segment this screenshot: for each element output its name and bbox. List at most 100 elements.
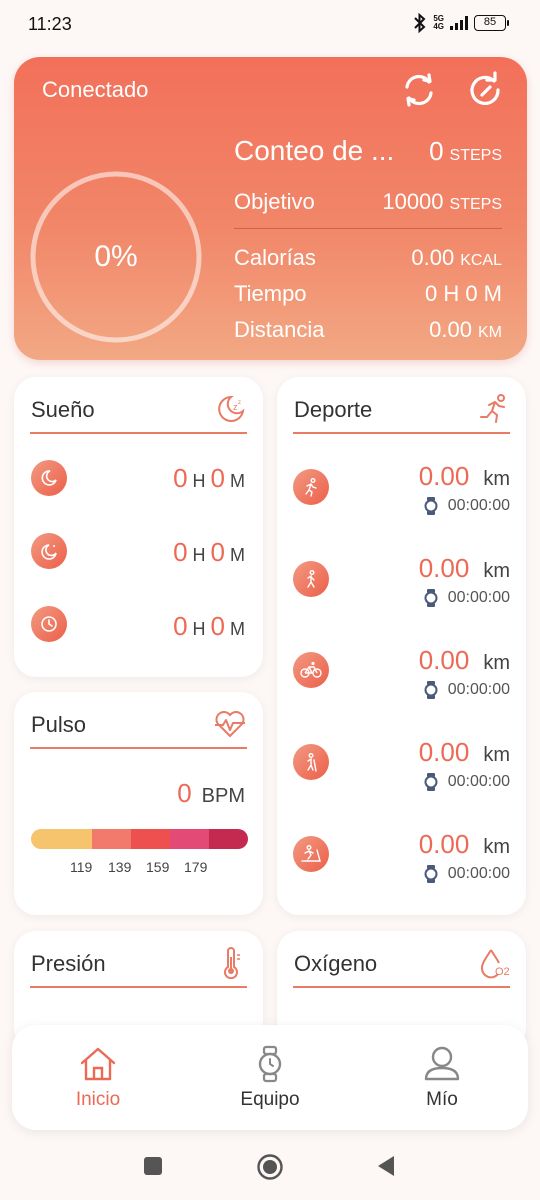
smartwatch-icon — [258, 1045, 282, 1083]
steps-value: 0 — [429, 136, 444, 166]
walk-icon — [293, 561, 329, 597]
sleep-card[interactable]: Sueño z z 0H 0M 0H 0M 0H 0M — [14, 377, 263, 677]
steps-label: Conteo de ... — [234, 135, 395, 166]
hike-icon — [293, 744, 329, 780]
nav-me[interactable]: Mío — [356, 1025, 528, 1130]
clock: 11:23 — [28, 14, 72, 34]
calories-value: 0.00 — [411, 245, 455, 270]
sleep-title: Sueño — [31, 397, 95, 422]
watch-icon — [424, 589, 438, 607]
zone-segment — [169, 829, 209, 849]
deep-sleep-value: 0H 0M — [173, 463, 245, 493]
refresh-icon[interactable] — [466, 71, 504, 109]
time-label: Tiempo — [234, 281, 307, 306]
distance-value: 0.00 — [429, 317, 472, 342]
sport-distance: 0.00 km — [418, 461, 510, 491]
steps-row: Conteo de ... 0 STEPS — [234, 135, 502, 167]
header-divider — [234, 228, 502, 229]
calories-unit: KCAL — [460, 252, 502, 269]
oxygen-drop-icon: O2 — [480, 949, 510, 979]
time-row: Tiempo 0 H 0 M — [234, 281, 502, 307]
svg-text:O2: O2 — [495, 966, 510, 978]
system-navigation-bar — [0, 1140, 540, 1200]
watch-icon — [424, 497, 438, 515]
distance-unit: KM — [478, 324, 502, 341]
goal-unit: STEPS — [449, 196, 502, 213]
zone-tick: 119 — [70, 859, 93, 875]
nav-device-label: Equipo — [240, 1089, 300, 1110]
zone-tick: 159 — [146, 859, 170, 875]
light-sleep-value: 0H 0M — [173, 537, 245, 567]
calories-row: Calorías 0.00 KCAL — [234, 245, 502, 271]
sport-duration: 00:00:00 — [424, 496, 510, 516]
nav-me-label: Mío — [426, 1089, 458, 1110]
sport-card[interactable]: Deporte 0.00 km 00:00:00 0.00 km 00:00:00 … — [277, 377, 526, 915]
connection-status: Conectado — [42, 77, 149, 102]
nav-home[interactable]: Inicio — [12, 1025, 184, 1130]
sport-duration: 00:00:00 — [424, 588, 510, 608]
pulse-value: 0 BPM — [177, 778, 245, 808]
back-icon[interactable] — [376, 1155, 396, 1177]
moon-icon — [31, 460, 67, 496]
watch-icon — [424, 865, 438, 883]
bluetooth-icon — [414, 13, 426, 33]
home-system-icon[interactable] — [256, 1153, 284, 1181]
heart-rate-zone-bar — [31, 829, 248, 849]
status-bar: 11:23 5G 4G 85 — [0, 0, 540, 48]
treadmill-icon — [293, 836, 329, 872]
distance-row: Distancia 0.00 KM — [234, 317, 502, 343]
awake-time-value: 0H 0M — [173, 611, 245, 641]
watch-icon — [424, 681, 438, 699]
zone-tick: 179 — [184, 859, 208, 875]
pulse-title: Pulso — [31, 712, 87, 737]
nav-home-label: Inicio — [75, 1089, 121, 1110]
zone-segment — [91, 829, 131, 849]
network-type: 5G 4G — [433, 14, 444, 31]
signal-icon — [450, 16, 468, 30]
zone-segment — [31, 829, 92, 849]
sync-icon[interactable] — [400, 71, 438, 109]
run-icon — [293, 469, 329, 505]
pressure-divider — [30, 986, 247, 988]
recent-apps-icon[interactable] — [143, 1156, 163, 1176]
running-icon — [480, 394, 505, 423]
sport-divider — [293, 432, 510, 434]
sport-duration: 00:00:00 — [424, 680, 510, 700]
zone-segment — [208, 829, 248, 849]
calories-label: Calorías — [234, 245, 316, 270]
nav-device[interactable]: Equipo — [184, 1025, 356, 1130]
pulse-divider — [30, 747, 247, 749]
sport-distance: 0.00 km — [418, 829, 510, 859]
heart-pulse-icon — [215, 711, 245, 738]
status-icons: 5G 4G 85 — [413, 13, 509, 33]
sleep-moon-icon: z z — [218, 395, 245, 422]
pressure-title: Presión — [31, 951, 106, 976]
bottom-navigation: Inicio Equipo Mío — [12, 1025, 528, 1130]
sport-duration: 00:00:00 — [424, 864, 510, 884]
steps-summary-card[interactable]: Conectado 0% Conteo de ... 0 STEPS Objeti… — [14, 57, 527, 360]
pulse-card[interactable]: Pulso 0 BPM 119 139 159 179 — [14, 692, 263, 915]
zone-tick: 139 — [108, 859, 132, 875]
goal-value: 10000 — [382, 189, 444, 214]
sport-distance: 0.00 km — [418, 645, 510, 675]
zone-segment — [130, 829, 170, 849]
sport-distance: 0.00 km — [418, 553, 510, 583]
battery-icon: 85 — [474, 15, 509, 31]
svg-text:z: z — [238, 400, 241, 406]
sport-distance: 0.00 km — [418, 737, 510, 767]
goal-row: Objetivo 10000 STEPS — [234, 189, 502, 215]
battery-level: 85 — [483, 16, 497, 28]
bike-icon — [293, 652, 329, 688]
sleep-divider — [30, 432, 247, 434]
steps-unit: STEPS — [449, 147, 502, 164]
sport-title: Deporte — [294, 397, 373, 422]
clock-icon — [31, 606, 67, 642]
oxygen-divider — [293, 986, 510, 988]
profile-icon — [424, 1046, 460, 1081]
time-value: 0 H 0 M — [424, 281, 502, 306]
moon-stars-icon — [31, 533, 67, 569]
watch-icon — [424, 773, 438, 791]
goal-label: Objetivo — [234, 189, 315, 214]
step-progress-text: 0% — [94, 240, 138, 273]
sport-duration: 00:00:00 — [424, 772, 510, 792]
